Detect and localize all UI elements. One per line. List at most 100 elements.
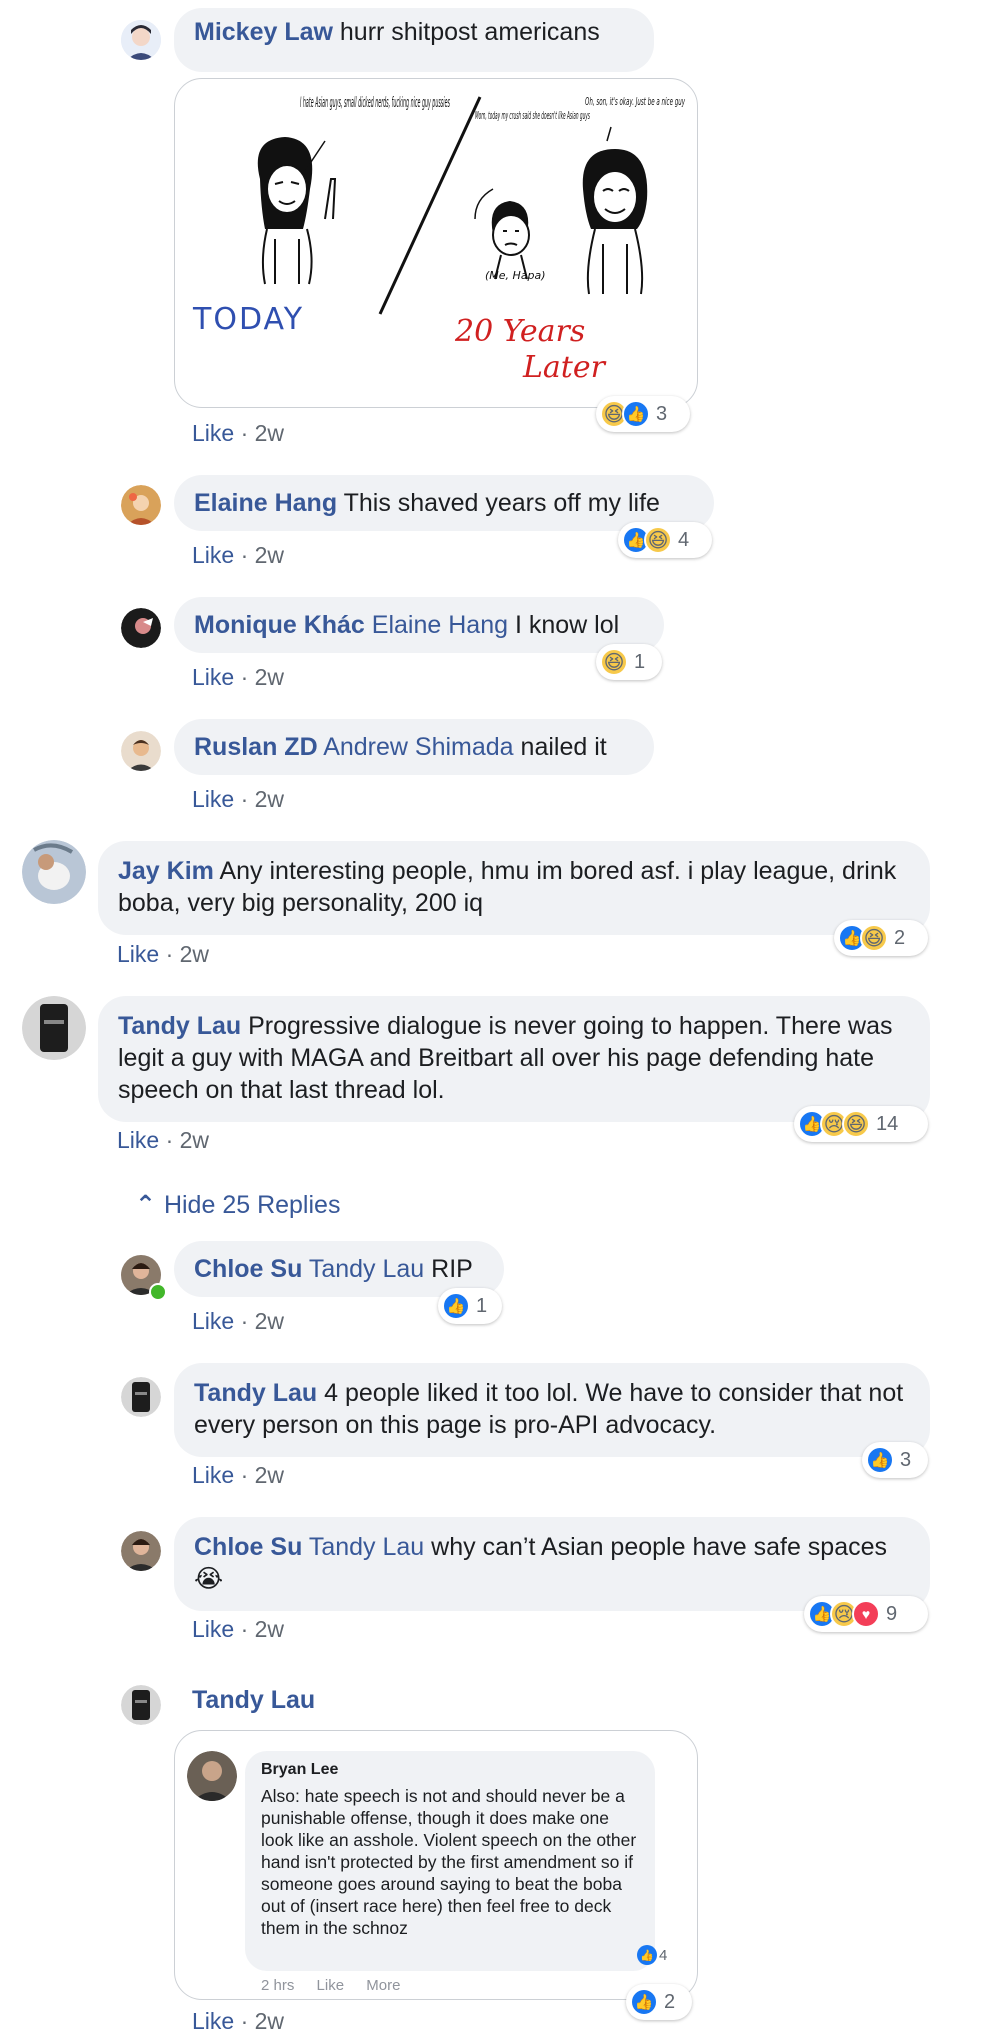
avatar[interactable]	[22, 840, 86, 904]
comment-text: nailed it	[520, 733, 607, 761]
meme-image[interactable]: I hate Asian guys, small dicked nerds, f…	[174, 78, 698, 408]
comment-actions: Like · 2w	[192, 1462, 284, 1489]
avatar[interactable]	[121, 1531, 161, 1571]
commenter-name[interactable]: Elaine Hang	[194, 489, 337, 517]
reaction-count: 14	[876, 1112, 899, 1135]
comment-actions: Like · 2w	[192, 786, 284, 813]
comment-actions: Like · 2w	[192, 1616, 284, 1643]
avatar[interactable]	[121, 731, 161, 771]
reaction-summary[interactable]: 😆 1	[596, 644, 662, 680]
like-link[interactable]: Like	[192, 664, 234, 690]
comment-actions: Like · 2w	[192, 1308, 284, 1335]
commenter-name[interactable]: Jay Kim	[118, 857, 214, 885]
reaction-summary[interactable]: 👍 😆 2	[834, 920, 928, 956]
tagged-user[interactable]: Tandy Lau	[309, 1255, 424, 1283]
reaction-count: 3	[900, 1448, 912, 1471]
comment-text: Any interesting people, hmu im bored asf…	[118, 857, 897, 917]
comment-actions: Like · 2w	[192, 664, 284, 691]
screenshot-author: Bryan Lee	[261, 1761, 339, 1778]
like-link[interactable]: Like	[192, 786, 234, 812]
timestamp[interactable]: · 2w	[241, 2008, 284, 2034]
screenshot-time: 2 hrs	[261, 1977, 295, 1994]
timestamp[interactable]: · 2w	[166, 1127, 209, 1153]
avatar[interactable]	[22, 996, 86, 1060]
like-link[interactable]: Like	[117, 941, 159, 967]
tagged-user[interactable]: Tandy Lau	[309, 1533, 424, 1561]
avatar[interactable]	[121, 1685, 161, 1725]
reaction-count: 1	[634, 650, 646, 673]
timestamp[interactable]: · 2w	[241, 542, 284, 568]
timestamp[interactable]: · 2w	[166, 941, 209, 967]
hide-replies-label: Hide 25 Replies	[163, 1191, 341, 1219]
reaction-summary[interactable]: 👍 😢 😆 14	[794, 1106, 928, 1142]
comment-text: hurr shitpost americans	[339, 18, 600, 46]
reaction-summary[interactable]: 👍 😆 4	[618, 522, 712, 558]
comment-text: RIP	[431, 1255, 473, 1283]
commenter-name[interactable]: Tandy Lau	[192, 1686, 315, 1715]
reaction-count: 1	[476, 1294, 488, 1317]
commenter-name[interactable]: Tandy Lau	[194, 1379, 317, 1407]
avatar[interactable]	[121, 485, 161, 525]
meme-mid-quote: Mom, today my crush said she doesn't lik…	[475, 109, 590, 122]
comment-actions: Like · 2w	[117, 941, 209, 968]
timestamp[interactable]: · 2w	[241, 1616, 284, 1642]
attached-screenshot[interactable]: Bryan Lee Also: hate speech is not and s…	[174, 1730, 698, 2000]
reaction-count: 2	[664, 1990, 676, 2013]
avatar[interactable]	[121, 20, 161, 60]
commenter-name[interactable]: Chloe Su	[194, 1533, 302, 1561]
avatar[interactable]	[121, 1377, 161, 1417]
haha-icon: 😆	[600, 648, 628, 676]
chevron-up-icon: ⌃	[135, 1191, 156, 1219]
reaction-count: 2	[894, 926, 906, 949]
comment-bubble: Jay Kim Any interesting people, hmu im b…	[98, 841, 930, 935]
comment-bubble: Tandy Lau 4 people liked it too lol. We …	[174, 1363, 930, 1457]
like-link[interactable]: Like	[192, 2008, 234, 2034]
like-icon: 👍	[622, 400, 650, 428]
like-link[interactable]: Like	[192, 1616, 234, 1642]
like-link[interactable]: Like	[117, 1127, 159, 1153]
commenter-name[interactable]: Chloe Su	[194, 1255, 302, 1283]
online-status-indicator	[149, 1283, 167, 1301]
commenter-name[interactable]: Monique Khác	[194, 611, 365, 639]
timestamp[interactable]: · 2w	[241, 420, 284, 446]
like-link[interactable]: Like	[192, 420, 234, 446]
reaction-summary[interactable]: 👍 😢 ♥ 9	[804, 1596, 928, 1632]
screenshot-reaction: 👍 4	[637, 1945, 667, 1965]
like-icon: 👍	[442, 1292, 470, 1320]
comment-bubble: Ruslan ZD Andrew Shimada nailed it	[174, 719, 654, 775]
hide-replies-link[interactable]: ⌃ Hide 25 Replies	[135, 1190, 340, 1220]
love-icon: ♥	[852, 1600, 880, 1628]
meme-right-quote: Oh, son, it's okay. Just be a nice guy	[585, 95, 685, 108]
timestamp[interactable]: · 2w	[241, 786, 284, 812]
reaction-summary[interactable]: 👍 3	[862, 1442, 928, 1478]
like-link[interactable]: Like	[192, 1462, 234, 1488]
screenshot-text: Also: hate speech is not and should neve…	[261, 1786, 637, 1938]
tagged-user[interactable]: Elaine Hang	[372, 611, 508, 639]
commenter-name[interactable]: Tandy Lau	[118, 1012, 241, 1040]
screenshot-like: Like	[316, 1977, 345, 1994]
commenter-name[interactable]: Mickey Law	[194, 18, 333, 46]
meme-today-label: TODAY	[192, 302, 304, 337]
comment-text: This shaved years off my life	[343, 489, 660, 517]
avatar[interactable]	[121, 608, 161, 648]
comment-actions: Like · 2w	[192, 420, 284, 447]
reaction-summary[interactable]: 👍 2	[626, 1984, 692, 2020]
reaction-summary[interactable]: 😆 👍 3	[596, 396, 690, 432]
screenshot-more: More	[366, 1977, 401, 1994]
haha-icon: 😆	[860, 924, 888, 952]
comment-text: I know lol	[514, 611, 620, 639]
like-link[interactable]: Like	[192, 1308, 234, 1334]
like-icon: 👍	[866, 1446, 894, 1474]
timestamp[interactable]: · 2w	[241, 1462, 284, 1488]
timestamp[interactable]: · 2w	[241, 1308, 284, 1334]
timestamp[interactable]: · 2w	[241, 664, 284, 690]
commenter-name[interactable]: Ruslan ZD	[194, 733, 318, 761]
reaction-count: 3	[656, 402, 668, 425]
tagged-user[interactable]: Andrew Shimada	[323, 733, 513, 761]
meme-caption: (Me, Hapa)	[485, 269, 546, 282]
avatar	[187, 1751, 237, 1801]
screenshot-reaction-count: 4	[659, 1946, 668, 1964]
like-link[interactable]: Like	[192, 542, 234, 568]
reaction-summary[interactable]: 👍 1	[438, 1288, 502, 1324]
avatar[interactable]	[121, 1255, 167, 1301]
